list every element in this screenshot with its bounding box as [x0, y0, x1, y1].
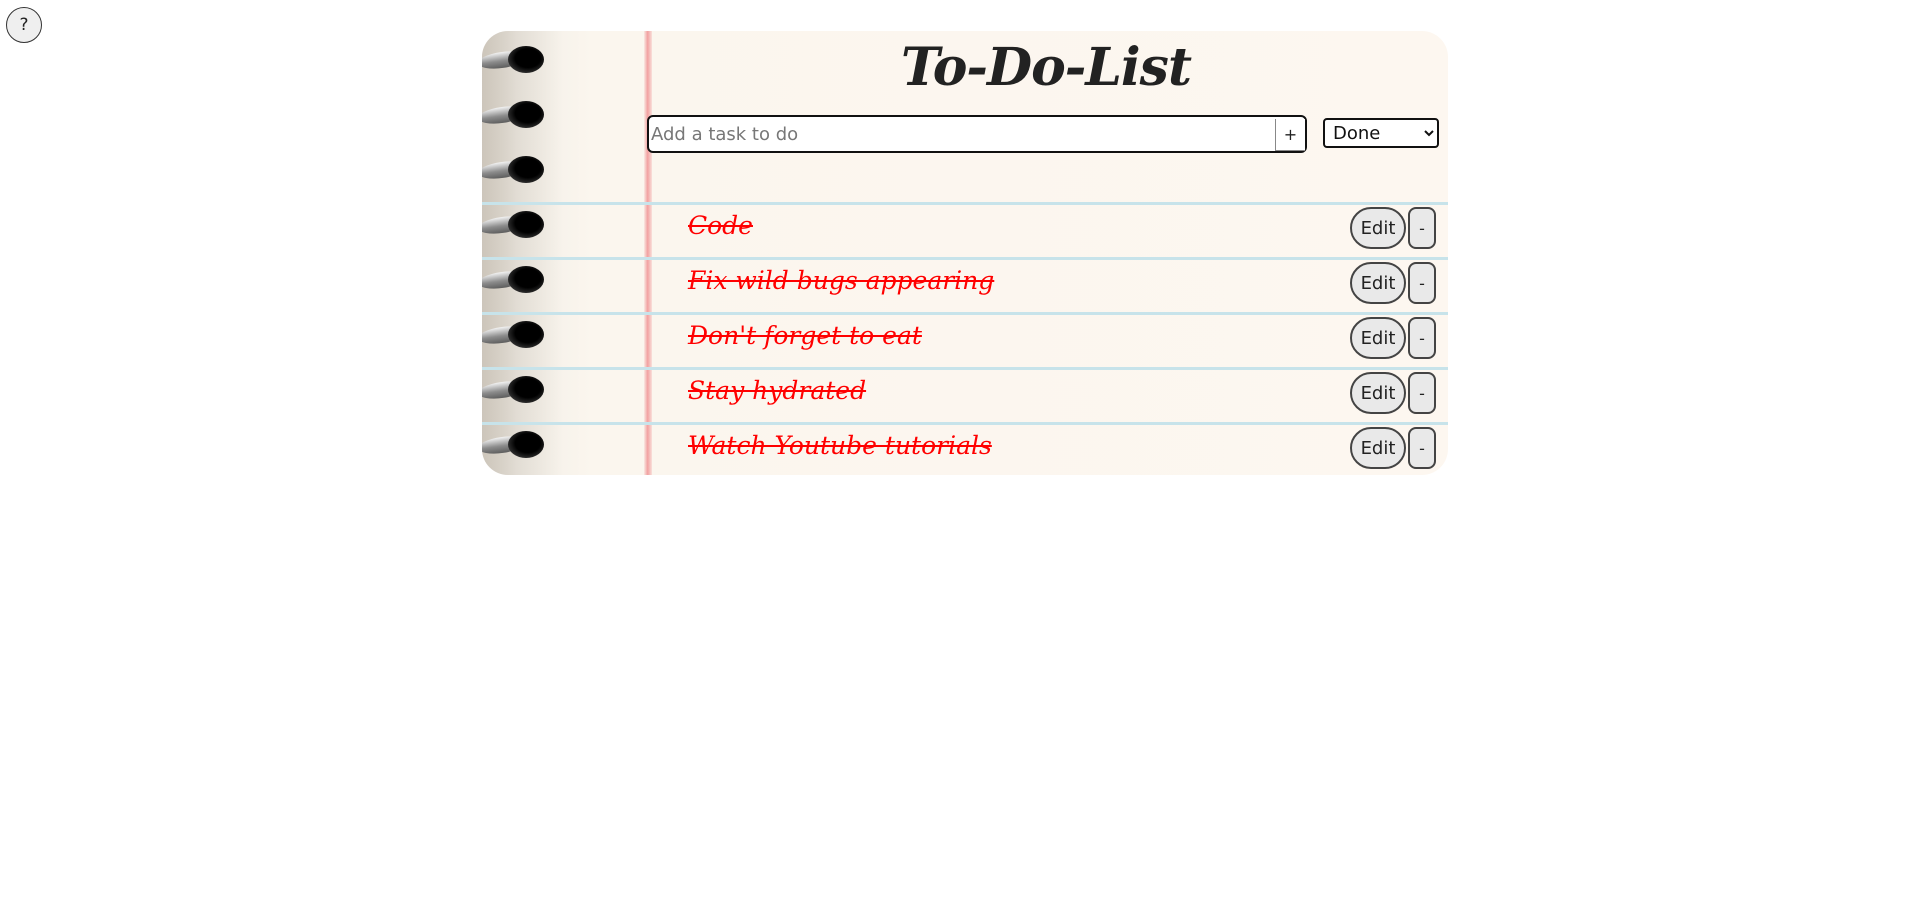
spiral-ring-icon — [482, 153, 548, 187]
remove-task-button[interactable]: - — [1408, 262, 1436, 304]
remove-task-button[interactable]: - — [1408, 317, 1436, 359]
add-task-input[interactable] — [651, 119, 1271, 149]
task-text[interactable]: Code — [688, 211, 753, 240]
edit-task-button[interactable]: Edit — [1350, 317, 1406, 359]
task-text[interactable]: Don't forget to eat — [688, 321, 922, 350]
task-row: Fix wild bugs appearing Edit - — [482, 258, 1448, 313]
remove-task-button[interactable]: - — [1408, 427, 1436, 469]
help-button[interactable]: ? — [6, 7, 42, 43]
notebook-card: To-Do-List + Done Code Edit - Fix wild b… — [482, 31, 1448, 475]
task-row: Stay hydrated Edit - — [482, 368, 1448, 423]
filter-select[interactable]: Done — [1323, 118, 1439, 148]
page-title: To-Do-List — [901, 37, 1192, 98]
task-text[interactable]: Watch Youtube tutorials — [688, 431, 992, 460]
task-row: Don't forget to eat Edit - — [482, 313, 1448, 368]
task-text[interactable]: Stay hydrated — [688, 376, 866, 405]
add-task-button[interactable]: + — [1275, 119, 1305, 151]
edit-task-button[interactable]: Edit — [1350, 262, 1406, 304]
task-row: Code Edit - — [482, 203, 1448, 258]
edit-task-button[interactable]: Edit — [1350, 207, 1406, 249]
spiral-ring-icon — [482, 98, 548, 132]
add-task-field: + — [647, 115, 1307, 153]
edit-task-button[interactable]: Edit — [1350, 372, 1406, 414]
edit-task-button[interactable]: Edit — [1350, 427, 1406, 469]
task-row: Watch Youtube tutorials Edit - — [482, 423, 1448, 475]
remove-task-button[interactable]: - — [1408, 207, 1436, 249]
remove-task-button[interactable]: - — [1408, 372, 1436, 414]
task-text[interactable]: Fix wild bugs appearing — [688, 266, 994, 295]
spiral-ring-icon — [482, 43, 548, 77]
